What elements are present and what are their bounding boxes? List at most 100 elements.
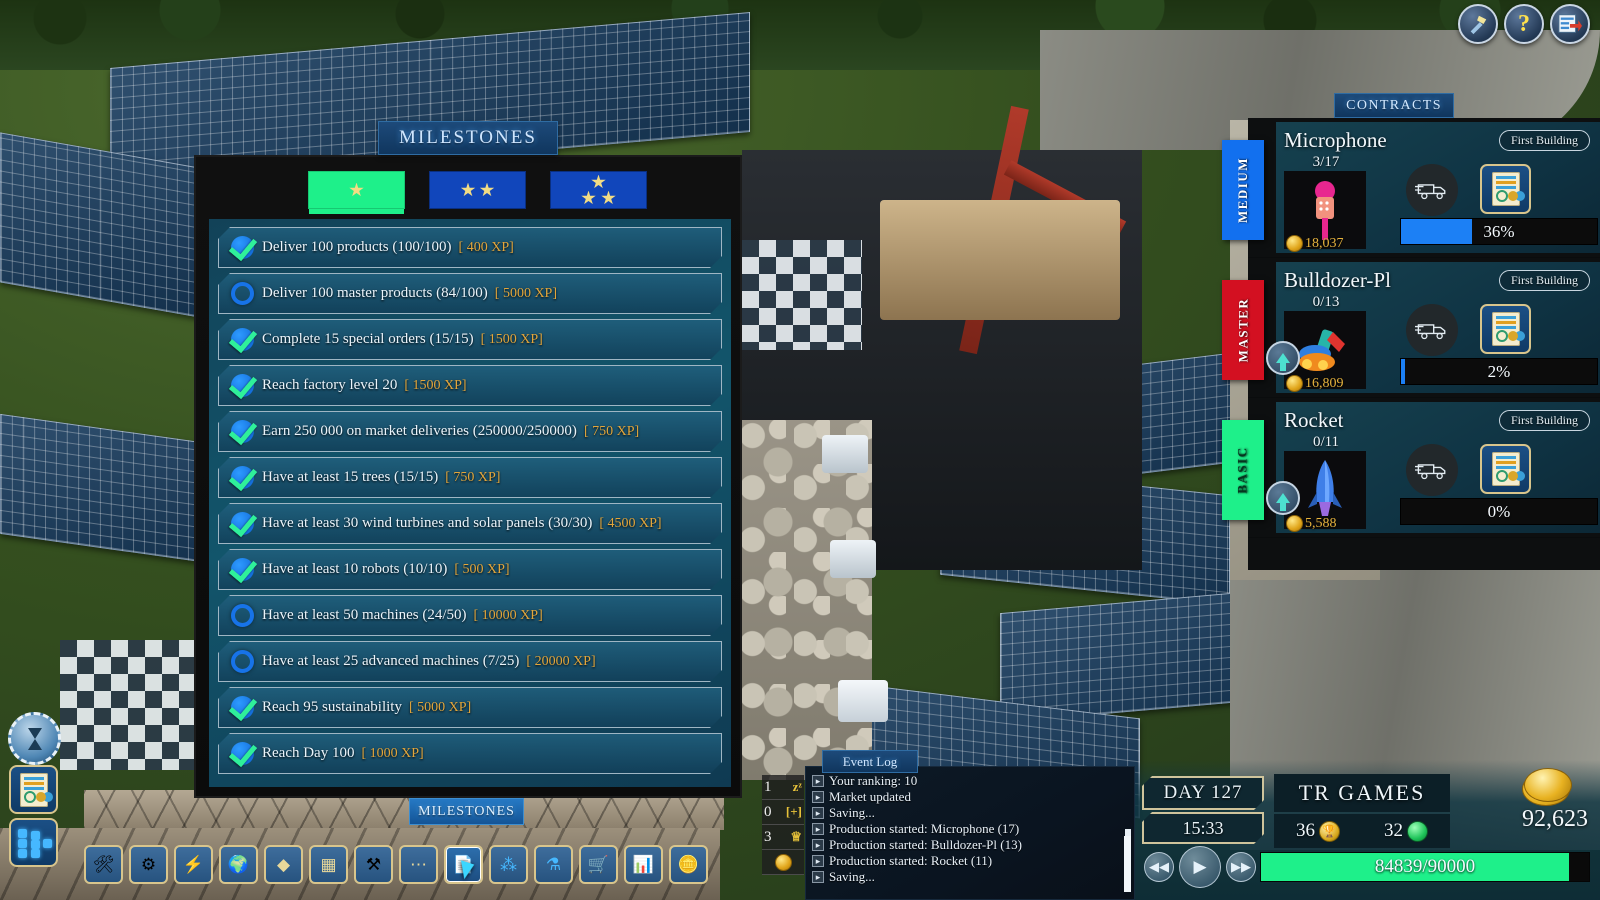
resources-button[interactable]: ◆ xyxy=(264,844,303,884)
mini-counter-value: 0 xyxy=(764,803,772,820)
milestone-label: Deliver 100 master products (84/100) xyxy=(262,285,488,301)
mini-counter-row[interactable]: 3 ♕ xyxy=(762,825,804,850)
rewind-button[interactable]: ◀◀ xyxy=(1144,852,1174,882)
delivery-truck-icon[interactable] xyxy=(1406,444,1458,496)
bottom-milestones-text: MILESTONES xyxy=(418,803,515,819)
sustainability-button[interactable]: 🌍 xyxy=(219,844,258,884)
machine-unit[interactable] xyxy=(822,435,868,473)
coin-icon xyxy=(774,853,792,871)
milestone-row[interactable]: Reach 95 sustainability [ 5000 XP] xyxy=(218,687,722,728)
contract-upgrade-button[interactable] xyxy=(1266,481,1300,515)
milestone-row[interactable]: Reach Day 100 [ 1000 XP] xyxy=(218,733,722,774)
coins-icon: 🪙 xyxy=(677,854,700,874)
contract-report-button[interactable] xyxy=(1480,444,1531,494)
milestone-row[interactable]: Have at least 50 machines (24/50) [ 1000… xyxy=(218,595,722,636)
bottom-toolbar[interactable]: 🛠 ⚙ ⚡ 🌍 ◆ ▦ ⚒ ⋯ 📄 ⁂ ⚗ 🛒 📊 🪙 xyxy=(0,828,720,900)
milestone-checkbox-complete xyxy=(231,696,254,719)
milestones-tab-3-star[interactable] xyxy=(550,171,647,209)
contract-badge[interactable]: First Building xyxy=(1498,410,1590,431)
timer-hourglass-button[interactable] xyxy=(8,712,61,765)
milestones-tab-row xyxy=(196,157,740,214)
milestone-label: Have at least 30 wind turbines and solar… xyxy=(262,515,593,531)
network-button[interactable]: ⁂ xyxy=(489,844,528,884)
globe-icon: 🌍 xyxy=(227,854,250,874)
milestone-row[interactable]: Deliver 100 master products (84/100) [ 5… xyxy=(218,273,722,314)
event-log-line: ▸ Production started: Rocket (11) xyxy=(812,853,1126,869)
milestone-row[interactable]: Have at least 10 robots (10/10) [ 500 XP… xyxy=(218,549,722,590)
research-button[interactable]: ⚗ xyxy=(534,844,573,884)
report-button[interactable] xyxy=(9,765,58,814)
milestone-checkbox-incomplete xyxy=(231,650,254,673)
milestone-row[interactable]: Reach factory level 20 [ 1500 XP] xyxy=(218,365,722,406)
mini-counter-row[interactable]: 0 [+] xyxy=(762,800,804,825)
coins-button[interactable]: 🪙 xyxy=(669,844,708,884)
shop-button[interactable]: 🛒 xyxy=(579,844,618,884)
milestone-row[interactable]: Have at least 15 trees (15/15) [ 750 XP] xyxy=(218,457,722,498)
milestone-row[interactable]: Have at least 30 wind turbines and solar… xyxy=(218,503,722,544)
brand-plate: TR GAMES xyxy=(1274,774,1450,812)
globe-stat[interactable]: 32 xyxy=(1384,820,1428,842)
milestone-row[interactable]: Deliver 100 products (100/100) [ 400 XP] xyxy=(218,227,722,268)
event-log-edge-scrollbar[interactable] xyxy=(1124,836,1131,892)
contracts-panel[interactable]: MEDIUM Microphone First Building 3/17 18… xyxy=(1222,118,1600,570)
network-icon: ⁂ xyxy=(500,854,517,874)
mini-counter-coin-row[interactable] xyxy=(762,850,804,875)
contract-row[interactable]: MASTER Bulldozer-Pl First Building 0/13 xyxy=(1222,258,1600,398)
star-icon xyxy=(601,190,616,205)
contract-badge[interactable]: First Building xyxy=(1498,270,1590,291)
machine-button[interactable]: ⚙ xyxy=(129,844,168,884)
milestone-xp: [ 750 XP] xyxy=(445,469,501,485)
warehouse-unit[interactable] xyxy=(880,200,1120,320)
milestones-tab-1-star[interactable] xyxy=(308,171,405,214)
trophy-stat[interactable]: 36 🏆 xyxy=(1296,820,1340,842)
contract-name: Rocket xyxy=(1284,408,1344,432)
milestone-xp: [ 5000 XP] xyxy=(408,699,472,715)
play-button[interactable]: ▶ xyxy=(1179,846,1221,888)
document-chart-icon xyxy=(19,772,48,807)
machine-unit[interactable] xyxy=(838,680,888,722)
contract-upgrade-button[interactable] xyxy=(1266,341,1300,375)
cart-icon: 🛒 xyxy=(587,854,610,874)
more-button[interactable]: ⋯ xyxy=(399,844,438,884)
storage-button[interactable]: ▦ xyxy=(309,844,348,884)
milestone-checkbox-complete xyxy=(231,558,254,581)
milestone-xp: [ 4500 XP] xyxy=(599,515,662,531)
milestone-row[interactable]: Have at least 25 advanced machines (7/25… xyxy=(218,641,722,682)
milestone-row[interactable]: Earn 250 000 on market deliveries (25000… xyxy=(218,411,722,452)
tools-button[interactable]: ⚒ xyxy=(354,844,393,884)
contract-progress-label: 36% xyxy=(1483,221,1515,241)
milestone-xp: [ 1500 XP] xyxy=(404,377,467,393)
contract-badge[interactable]: First Building xyxy=(1498,130,1590,151)
contract-report-button[interactable] xyxy=(1480,164,1531,214)
three-star-group xyxy=(581,174,616,206)
event-log-panel[interactable]: ▸ Your ranking: 10 ▸ Market updated ▸ Sa… xyxy=(805,766,1135,900)
contract-body: Microphone First Building 3/17 18,037 36… xyxy=(1276,122,1600,253)
contracts-panel-title: CONTRACTS xyxy=(1334,93,1454,118)
tools-icon: ⚒ xyxy=(365,854,382,874)
contract-row[interactable]: BASIC Rocket First Building 0/11 5,588 0… xyxy=(1222,398,1600,538)
power-button[interactable]: ⚡ xyxy=(174,844,213,884)
fast-forward-button[interactable]: ▶▶ xyxy=(1226,852,1256,882)
day-counter: DAY 127 xyxy=(1142,776,1264,810)
bottom-milestones-tooltip: MILESTONES xyxy=(409,798,524,825)
statistics-button[interactable]: 📊 xyxy=(624,844,663,884)
milestones-tab-2-star[interactable] xyxy=(429,171,526,209)
milestones-list[interactable]: Deliver 100 products (100/100) [ 400 XP]… xyxy=(209,219,731,787)
milestone-row[interactable]: Complete 15 special orders (15/15) [ 150… xyxy=(218,319,722,360)
milestones-window[interactable]: Deliver 100 products (100/100) [ 400 XP]… xyxy=(194,155,742,798)
production-network-button[interactable] xyxy=(9,818,58,867)
exit-icon[interactable] xyxy=(1550,4,1590,44)
mini-counter-row[interactable]: 1 zᶻ xyxy=(762,775,804,800)
delivery-truck-icon[interactable] xyxy=(1406,304,1458,356)
contract-row[interactable]: MEDIUM Microphone First Building 3/17 18… xyxy=(1222,118,1600,258)
milestone-checkbox-complete xyxy=(231,466,254,489)
contract-report-button[interactable] xyxy=(1480,304,1531,354)
help-icon[interactable]: ? xyxy=(1504,4,1544,44)
hammer-tool-icon[interactable] xyxy=(1458,4,1498,44)
workbench-button[interactable]: 🛠 xyxy=(84,844,123,884)
milestone-label: Reach Day 100 xyxy=(262,745,355,761)
ellipsis-icon: ⋯ xyxy=(410,854,427,874)
workbench-icon: 🛠 xyxy=(92,854,115,874)
machine-unit[interactable] xyxy=(830,540,876,578)
delivery-truck-icon[interactable] xyxy=(1406,164,1458,216)
